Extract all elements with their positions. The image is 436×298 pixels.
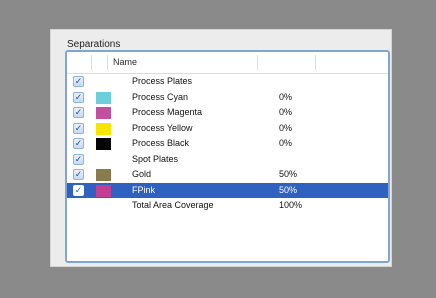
checkmark-icon[interactable]: ✓ (73, 138, 84, 149)
separation-name: Process Black (132, 138, 190, 148)
separation-row[interactable]: ✓ Process Black 0% (67, 136, 388, 152)
color-swatch (96, 138, 111, 150)
separation-name: Process Yellow (132, 122, 193, 133)
column-divider[interactable] (315, 55, 316, 70)
column-divider[interactable] (91, 55, 92, 70)
column-divider[interactable] (107, 55, 108, 70)
checkmark-icon[interactable]: ✓ (73, 153, 84, 165)
separation-row[interactable]: ✓ Process Cyan 0% (67, 90, 388, 106)
separations-list[interactable]: Name ✓ Process Plates ✓ Process Cyan 0% ✓ Proc… (65, 50, 390, 263)
list-header: Name (67, 52, 388, 74)
name-column-header[interactable]: Name (113, 57, 137, 67)
separations-panel: Separations Name ✓ Process Plates ✓ Process… (50, 29, 392, 267)
panel-title: Separations (67, 39, 121, 50)
separation-name: Process Magenta (132, 107, 203, 117)
coverage-value: 50% (279, 184, 298, 195)
checkmark-icon[interactable]: ✓ (73, 169, 84, 180)
separation-name: FPink (132, 184, 156, 195)
color-swatch (96, 122, 111, 135)
separation-row[interactable]: ✓ Process Plates (67, 74, 388, 90)
checkmark-icon[interactable]: ✓ (73, 122, 84, 134)
coverage-value: 100% (279, 200, 303, 210)
separation-row[interactable]: ✓ Spot Plates (67, 152, 388, 168)
coverage-value: 0% (279, 138, 293, 148)
separation-row[interactable]: ✓ FPink 50% (67, 182, 388, 198)
checkmark-icon[interactable]: ✓ (73, 76, 84, 87)
list-body: ✓ Process Plates ✓ Process Cyan 0% ✓ Process M… (67, 74, 388, 214)
coverage-value: 0% (279, 107, 293, 117)
separation-row[interactable]: Total Area Coverage 100% (67, 198, 388, 214)
separation-row[interactable]: ✓ Process Yellow 0% (67, 121, 388, 137)
checkmark-icon[interactable]: ✓ (73, 107, 84, 118)
coverage-value: 50% (279, 169, 298, 179)
checkmark-icon[interactable]: ✓ (73, 91, 84, 103)
coverage-value: 0% (279, 91, 293, 102)
color-swatch (96, 184, 111, 197)
column-divider[interactable] (257, 55, 258, 70)
color-swatch (96, 169, 111, 181)
color-swatch (96, 107, 111, 119)
coverage-value: 0% (279, 122, 293, 133)
separation-name: Spot Plates (132, 153, 179, 164)
separation-name: Process Plates (132, 76, 193, 86)
separation-name: Total Area Coverage (132, 200, 214, 210)
separation-row[interactable]: ✓ Process Magenta 0% (67, 105, 388, 121)
separation-name: Gold (132, 169, 152, 179)
separation-name: Process Cyan (132, 91, 189, 102)
color-swatch (96, 91, 111, 104)
separation-row[interactable]: ✓ Gold 50% (67, 167, 388, 183)
checkmark-icon[interactable]: ✓ (73, 184, 84, 196)
